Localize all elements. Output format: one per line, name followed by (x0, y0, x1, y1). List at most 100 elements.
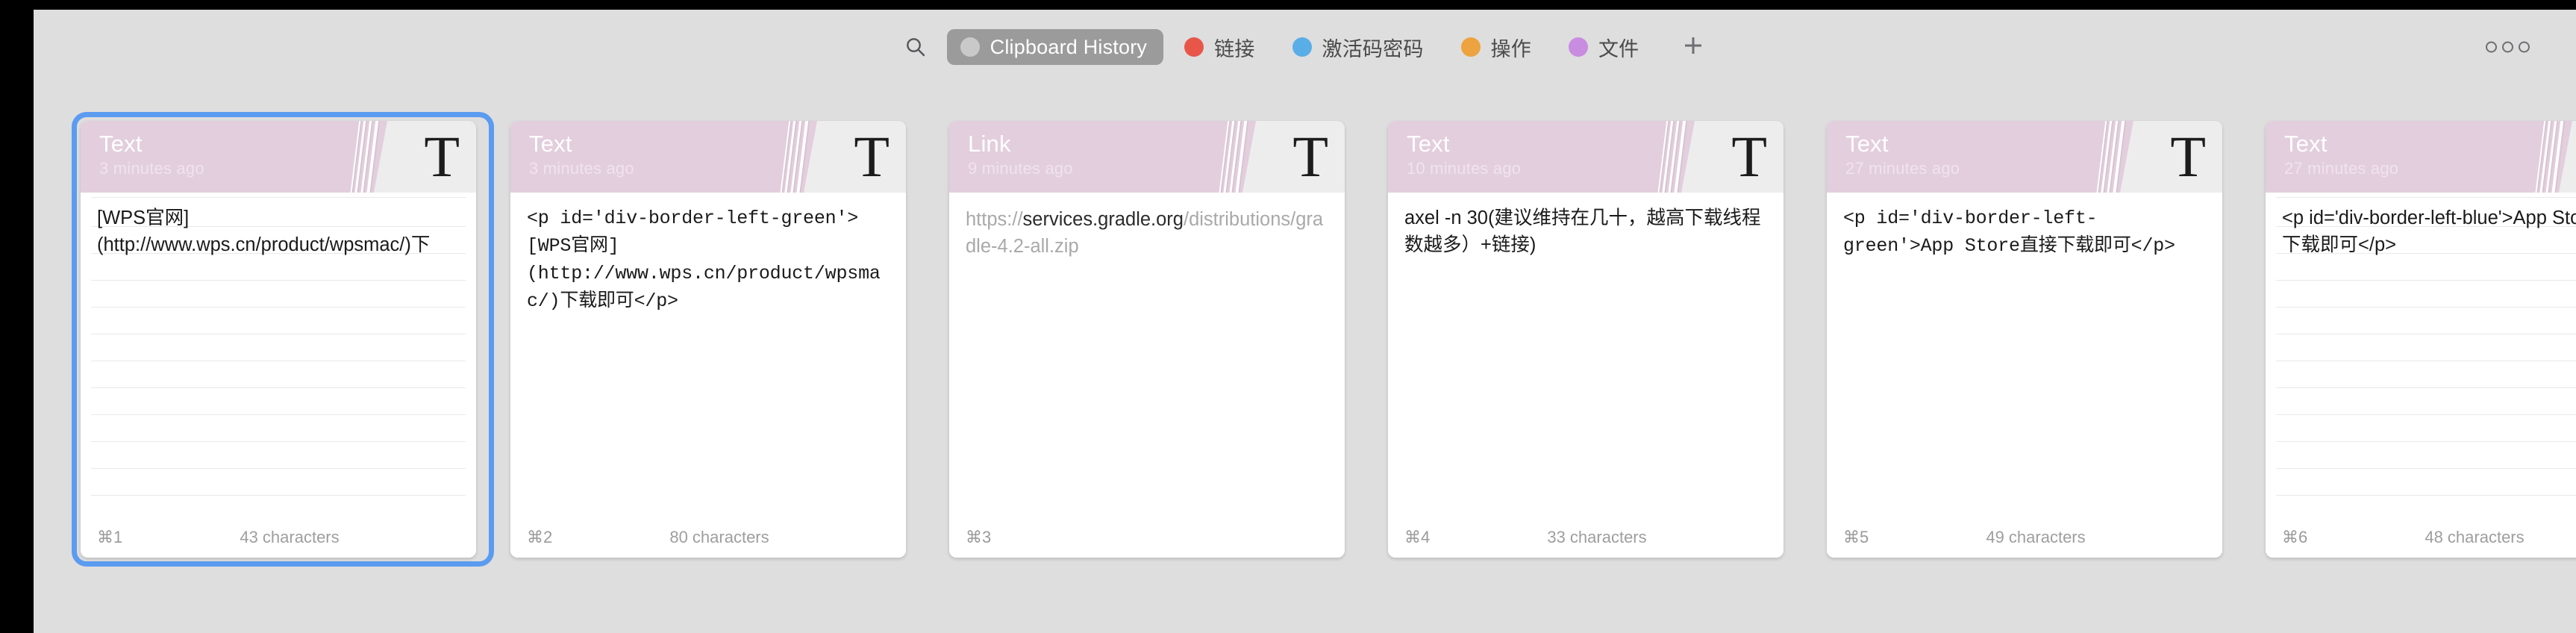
card-slot: T Text 27 minutes ago <p id='div-border-lef… (1827, 84, 2266, 558)
clipboard-card[interactable]: T Link 9 minutes ago https://services.gradl… (949, 121, 1345, 558)
clipboard-card[interactable]: TText27 minutes ago<p id='div-border-lef… (2266, 121, 2576, 558)
card-content-text: https://services.gradle.org/distribution… (949, 193, 1345, 260)
plus-icon (1681, 33, 1706, 62)
card-character-count: 80 characters (669, 528, 769, 546)
filter-pill-0[interactable]: Clipboard History (946, 29, 1164, 65)
card-shortcut-label: ⌘4 (1404, 528, 1431, 546)
toolbar: Clipboard History 链接 激活码密码 操作 文件 (34, 10, 2576, 84)
text-type-t-icon: T (2170, 124, 2206, 189)
filter-pill-3[interactable]: 操作 (1448, 29, 1548, 65)
toolbar-filter-group: Clipboard History 链接 激活码密码 操作 文件 (895, 26, 1716, 68)
filter-color-dot-icon (1292, 37, 1312, 57)
card-character-count: 48 characters (2425, 528, 2525, 546)
card-content-text: <p id='div-border-left-blue'>App Store直接… (2282, 208, 2576, 255)
card-content-text: [WPS官网](http://www.wps.cn/product/wpsmac… (97, 208, 431, 255)
card-header: TText27 minutes ago (2266, 121, 2576, 193)
card-timestamp: 3 minutes ago (529, 159, 634, 178)
page-stack-icon (2534, 121, 2567, 193)
card-type-label: Text (99, 131, 143, 157)
search-button[interactable] (895, 26, 937, 68)
card-timestamp: 10 minutes ago (1407, 159, 1522, 178)
text-type-t-icon: T (1731, 124, 1767, 189)
card-footer: ⌘5 49 characters (1827, 517, 2222, 558)
page-stack-icon (779, 121, 812, 193)
card-header: T Text 3 minutes ago (81, 121, 476, 193)
page-stack-icon (2095, 121, 2128, 193)
card-wrapper: T Link 9 minutes ago https://services.gradl… (949, 121, 1388, 558)
card-shortcut-label: ⌘5 (1843, 528, 1869, 546)
card-footer: ⌘6 48 characters (2266, 517, 2576, 558)
card-slot: T Text 3 minutes ago <p id='div-border-left… (510, 84, 949, 558)
filter-label: 链接 (1214, 37, 1255, 60)
text-type-t-icon: T (1292, 124, 1328, 189)
card-type-label: Text (1845, 131, 1889, 157)
more-dot-icon (2519, 41, 2530, 53)
card-footer: ⌘2 80 characters (510, 517, 906, 558)
clipboard-card[interactable]: T Text 3 minutes ago [WPS官网](http://www.wps… (81, 121, 476, 558)
card-header: T Link 9 minutes ago (949, 121, 1345, 193)
card-type-icon-panel: T (2120, 121, 2222, 193)
text-type-t-icon: T (424, 124, 460, 189)
card-header-texts: Text 27 minutes ago (1845, 131, 1960, 180)
page-stack-icon (349, 121, 382, 193)
card-header-texts: Text 3 minutes ago (99, 131, 204, 180)
card-footer: ⌘3 (949, 517, 1345, 558)
filter-color-dot-icon (1568, 37, 1588, 57)
card-body: <p id='div-border-left-green'>App Store直… (1827, 193, 2222, 517)
clipboard-card[interactable]: T Text 27 minutes ago <p id='div-border-lef… (1827, 121, 2222, 558)
clipboard-manager-window: Clipboard History 链接 激活码密码 操作 文件 T Text 3 minu… (34, 10, 2576, 633)
card-header: T Text 3 minutes ago (510, 121, 906, 193)
card-body: <p id='div-border-left-blue'>App Store直接… (2266, 193, 2576, 517)
card-shortcut-label: ⌘2 (527, 528, 553, 546)
clipboard-card[interactable]: T Text 10 minutes ago axel -n 30(建议维持在几十，越高… (1388, 121, 1783, 558)
filter-pill-2[interactable]: 激活码密码 (1279, 29, 1440, 65)
filter-pill-1[interactable]: 链接 (1171, 29, 1271, 65)
card-wrapper: T Text 3 minutes ago <p id='div-border-left… (510, 121, 949, 558)
filter-color-dot-icon (960, 37, 980, 57)
card-wrapper: T Text 27 minutes ago <p id='div-border-lef… (1827, 121, 2266, 558)
card-slot: T Text 10 minutes ago axel -n 30(建议维持在几十，越高… (1388, 84, 1827, 558)
card-wrapper: T Text 10 minutes ago axel -n 30(建议维持在几十，越高… (1388, 121, 1827, 558)
card-footer: ⌘1 43 characters (81, 517, 476, 558)
card-type-label: Link (968, 131, 1011, 157)
card-header-texts: Link 9 minutes ago (968, 131, 1073, 180)
filter-label: 激活码密码 (1322, 37, 1424, 60)
more-dot-icon (2502, 41, 2513, 53)
card-footer: ⌘4 33 characters (1388, 517, 1783, 558)
card-timestamp: 27 minutes ago (1845, 159, 1960, 178)
card-character-count: 49 characters (1986, 528, 2086, 546)
card-timestamp: 3 minutes ago (99, 159, 204, 178)
card-header-texts: Text 10 minutes ago (1407, 131, 1521, 180)
link-scheme: https:// (966, 209, 1023, 230)
clipboard-card-list[interactable]: T Text 3 minutes ago [WPS官网](http://www.wps… (34, 84, 2576, 633)
card-type-icon-panel: T (804, 121, 906, 193)
card-character-count: 33 characters (1547, 528, 1647, 546)
card-type-icon-panel: T (374, 121, 476, 193)
page-stack-icon (1218, 121, 1251, 193)
card-type-label: Text (1407, 131, 1450, 157)
selection-outline: T Text 3 minutes ago [WPS官网](http://www.wps… (72, 112, 494, 567)
card-type-icon-panel: T (1681, 121, 1783, 193)
link-host: services.gradle.org (1022, 209, 1184, 230)
card-content-text: <p id='div-border-left-green'>App Store直… (1843, 208, 2175, 257)
card-body: [WPS官网](http://www.wps.cn/product/wpsmac… (81, 193, 476, 517)
card-header-texts: Text 3 minutes ago (529, 131, 634, 180)
clipboard-card[interactable]: T Text 3 minutes ago <p id='div-border-left… (510, 121, 906, 558)
more-dot-icon (2486, 41, 2497, 53)
card-header-texts: Text 27 minutes ago (2284, 131, 2398, 180)
card-header: T Text 27 minutes ago (1827, 121, 2222, 193)
card-body: <p id='div-border-left-green'>[WPS官网](ht… (510, 193, 906, 517)
card-type-label: Text (529, 131, 572, 157)
card-body: https://services.gradle.org/distribution… (949, 193, 1345, 517)
card-type-label: Text (2284, 131, 2328, 157)
card-timestamp: 27 minutes ago (2284, 159, 2399, 178)
filter-color-dot-icon (1460, 37, 1481, 57)
card-content-text: <p id='div-border-left-green'>[WPS官网](ht… (527, 208, 881, 312)
add-filter-button[interactable] (1672, 26, 1715, 68)
filter-pill-4[interactable]: 文件 (1555, 29, 1655, 65)
filter-color-dot-icon (1184, 37, 1204, 57)
card-slot: TText27 minutes ago<p id='div-border-lef… (2266, 84, 2576, 558)
card-shortcut-label: ⌘1 (97, 528, 123, 546)
card-character-count: 43 characters (240, 528, 340, 546)
overflow-menu-button[interactable] (2478, 34, 2537, 60)
